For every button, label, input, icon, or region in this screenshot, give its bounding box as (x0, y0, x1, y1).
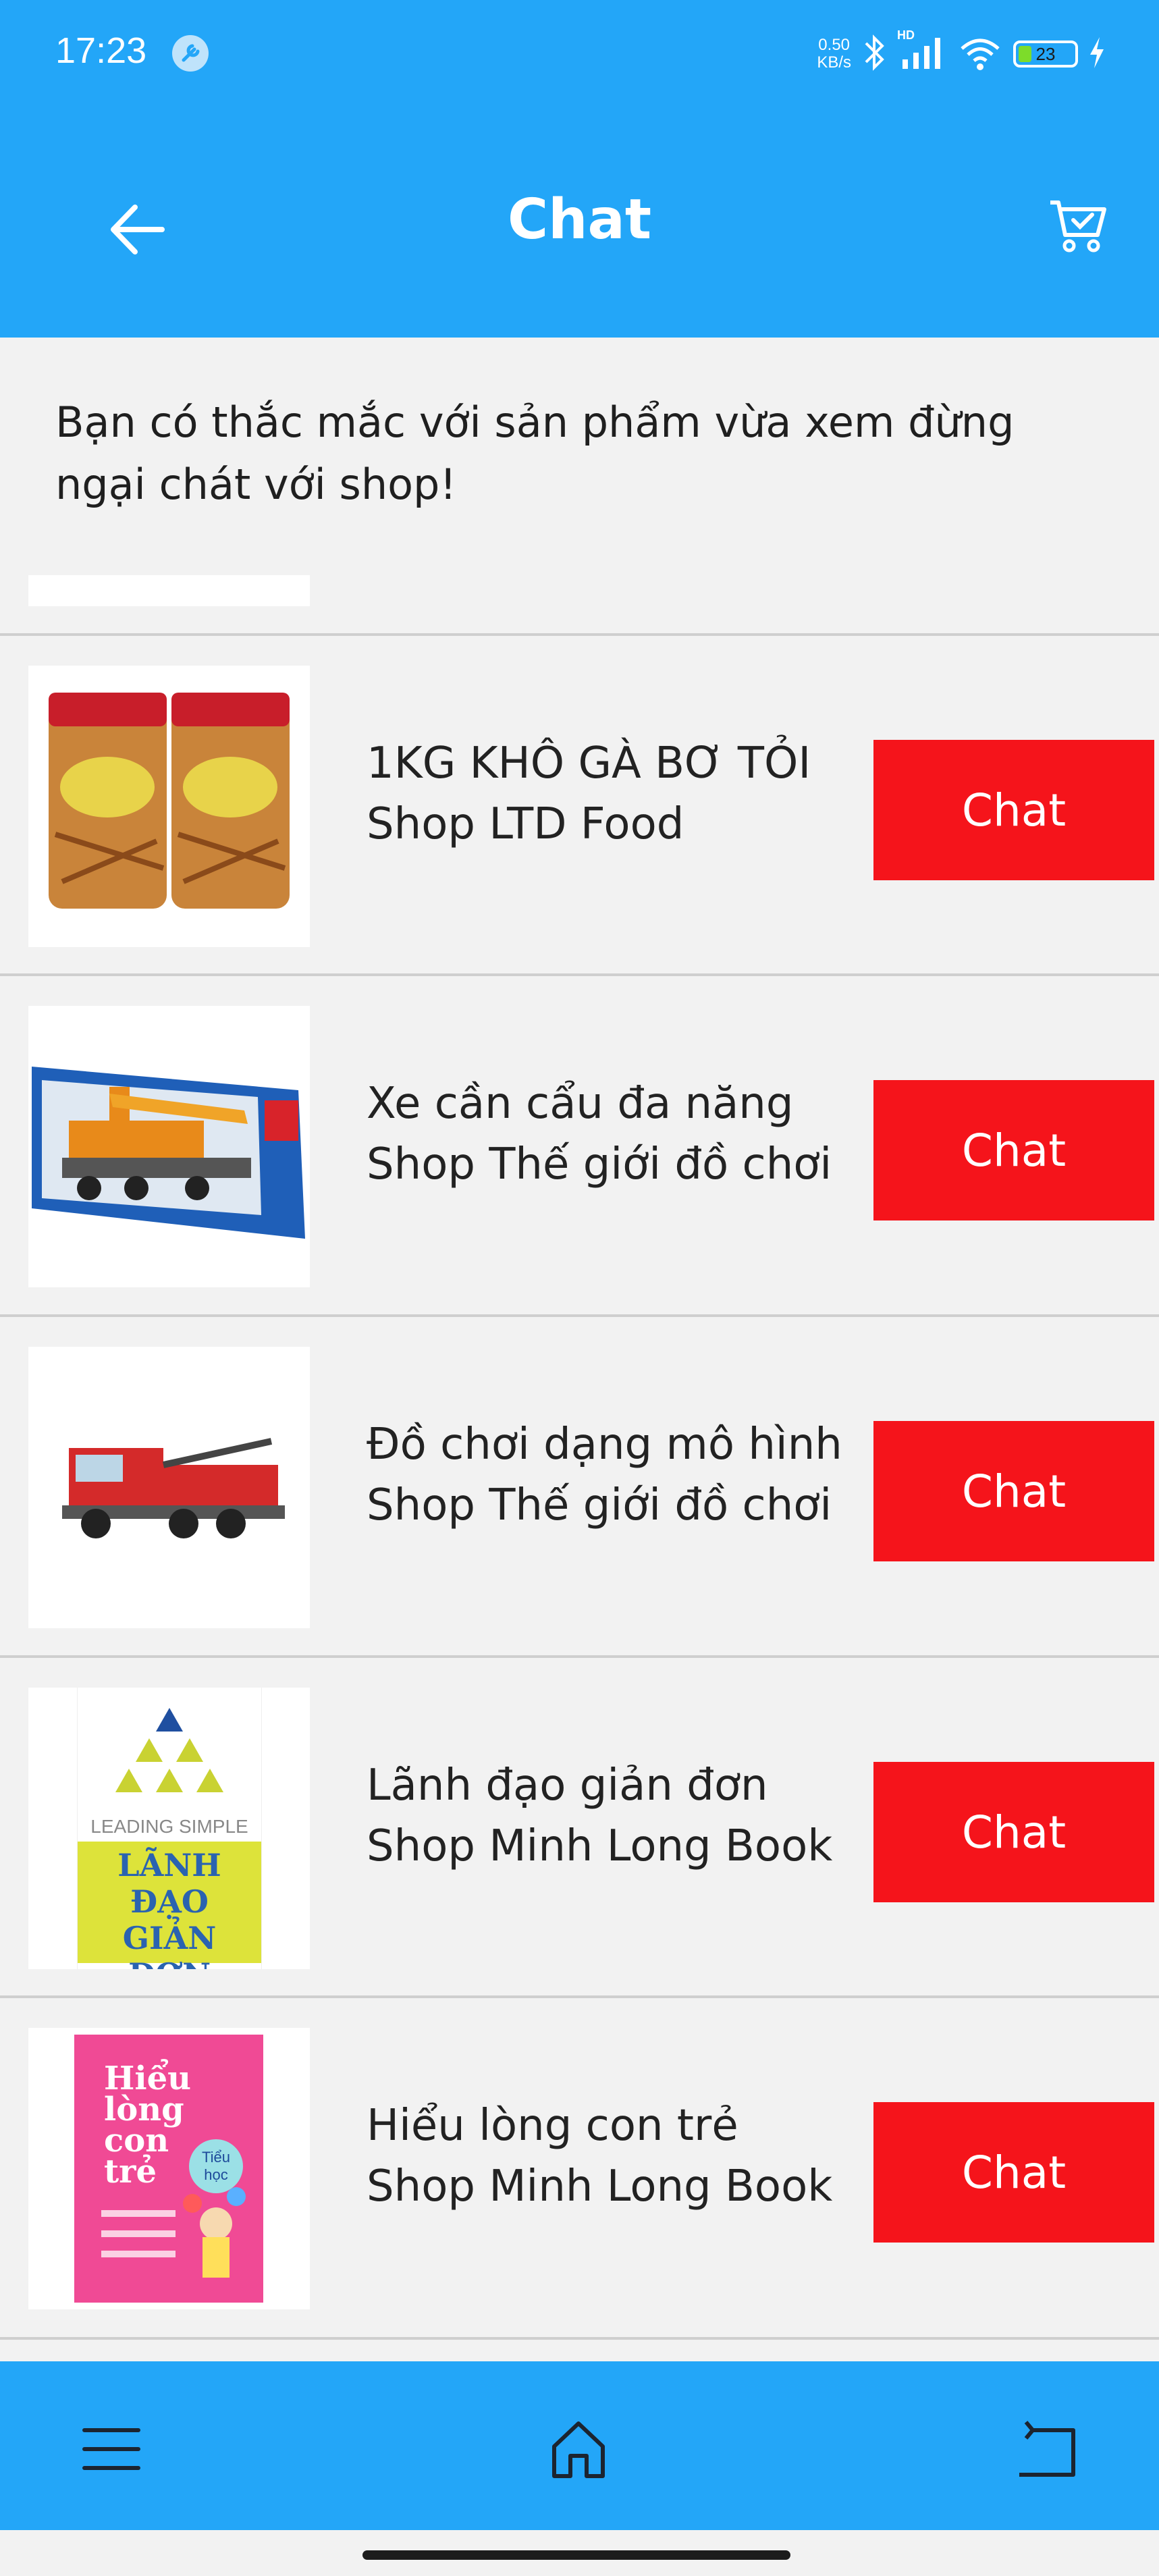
home-button[interactable] (538, 2409, 619, 2490)
status-time: 17:23 (55, 30, 147, 71)
list-item: Xe cần cẩu đa năng Shop Thế giới đồ chơi… (0, 979, 1159, 1316)
divider (0, 1314, 1159, 1317)
product-info: 1KG KHÔ GÀ BƠ TỎI Shop LTD Food (367, 733, 811, 855)
book-cover-title-line1: LÃNH ĐẠO (117, 1847, 221, 1920)
shop-name: Shop LTD Food (367, 799, 684, 849)
menu-button[interactable] (71, 2409, 152, 2490)
product-info: Lãnh đạo giản đơn Shop Minh Long Book (367, 1755, 832, 1877)
divider (0, 633, 1159, 636)
divider (0, 973, 1159, 976)
hd-badge: HD (897, 28, 915, 42)
chat-button[interactable]: Chat (873, 740, 1154, 880)
chat-button[interactable]: Chat (873, 1080, 1154, 1220)
cart-check-icon (1050, 200, 1106, 252)
bluetooth-icon (862, 32, 886, 76)
divider (0, 1995, 1159, 1998)
product-image: Hiểu lòng con trẻ Tiểu học (28, 2028, 310, 2309)
system-back-icon (1019, 2421, 1075, 2477)
product-image (28, 1006, 310, 1287)
battery-level: 23 (1035, 44, 1056, 64)
home-icon (552, 2421, 605, 2478)
product-name: 1KG KHÔ GÀ BƠ TỎI (367, 739, 811, 788)
net-speed: 0.50 KB/s (817, 36, 851, 72)
page-title: Chat (507, 188, 652, 252)
chat-button[interactable]: Chat (873, 1762, 1154, 1902)
list-item: 1KG KHÔ GÀ BƠ TỎI Shop LTD Food Chat (0, 639, 1159, 976)
wifi-icon (958, 32, 1002, 76)
charging-icon (1089, 36, 1105, 72)
product-name: Lãnh đạo giản đơn (367, 1761, 768, 1810)
product-info: Đồ chơi dạng mô hình Shop Thế giới đồ ch… (367, 1414, 842, 1536)
chat-button[interactable]: Chat (873, 1421, 1154, 1561)
gesture-home-indicator[interactable] (362, 2550, 790, 2560)
list-item: Hiểu lòng con trẻ Tiểu học Hiểu lòng con… (0, 2001, 1159, 2338)
partial-product-image (28, 575, 310, 606)
menu-icon (82, 2428, 140, 2470)
divider (0, 1655, 1159, 1658)
product-name: Xe cần cẩu đa năng (367, 1079, 794, 1129)
bottom-nav (0, 2361, 1159, 2530)
shop-name: Shop Minh Long Book (367, 2162, 833, 2211)
battery-icon: 23 (1013, 41, 1078, 68)
signal-icon: HD (897, 28, 947, 76)
settings-icon (172, 35, 209, 72)
chat-hint-text: Bạn có thắc mắc với sản phẩm vừa xem đừn… (55, 398, 1015, 509)
shop-name: Shop Thế giới đồ chơi (367, 1480, 832, 1530)
status-icons: 0.50 KB/s HD 23 (817, 27, 1105, 81)
shop-name: Shop Thế giới đồ chơi (367, 1139, 832, 1189)
status-bar: 17:23 0.50 KB/s HD 23 (0, 0, 1159, 108)
list-item: LEADING SIMPLE LÃNH ĐẠO GIẢN ĐƠN Lãnh đạ… (0, 1661, 1159, 1998)
product-image (28, 666, 310, 947)
product-name: Hiểu lòng con trẻ (367, 2101, 738, 2151)
cart-button[interactable] (1037, 189, 1118, 263)
app-header: Chat (0, 108, 1159, 338)
list-item: Đồ chơi dạng mô hình Shop Thế giới đồ ch… (0, 1320, 1159, 1657)
net-speed-unit: KB/s (817, 53, 851, 72)
product-info: Hiểu lòng con trẻ Shop Minh Long Book (367, 2095, 832, 2217)
product-image: LEADING SIMPLE LÃNH ĐẠO GIẢN ĐƠN (28, 1688, 310, 1969)
shop-name: Shop Minh Long Book (367, 1821, 833, 1871)
product-name: Đồ chơi dạng mô hình (367, 1420, 842, 1470)
book-cover-subtitle: LEADING SIMPLE (90, 1816, 248, 1837)
divider (0, 2337, 1159, 2340)
chat-button[interactable]: Chat (873, 2102, 1154, 2243)
product-image (28, 1347, 310, 1628)
system-back-button[interactable] (1006, 2409, 1087, 2490)
book-cover-title-line2: GIẢN ĐƠN (122, 1920, 217, 1969)
net-speed-value: 0.50 (818, 36, 851, 54)
product-info: Xe cần cẩu đa năng Shop Thế giới đồ chơi (367, 1073, 832, 1195)
